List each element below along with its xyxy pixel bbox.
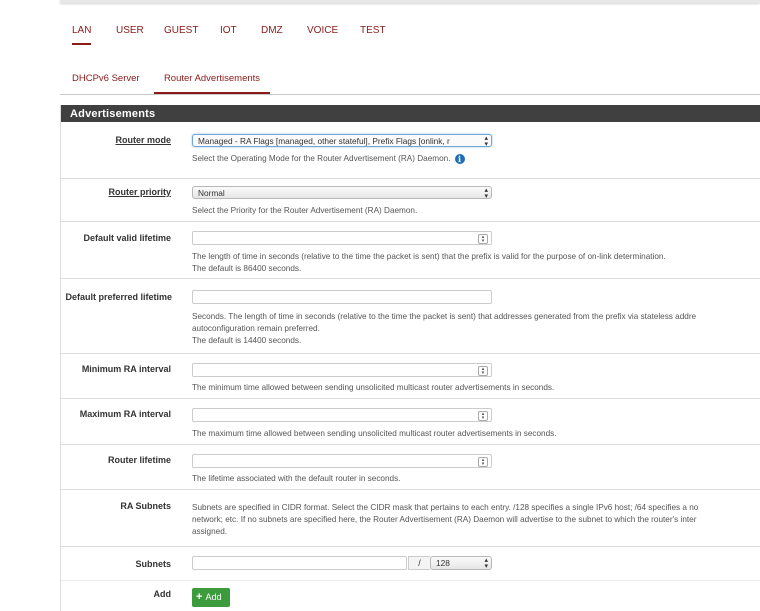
row-subnets: Subnets / 128 ▴ ▾ Add + Add [61, 547, 760, 611]
spinner-icon[interactable]: ▴ ▾ [478, 234, 488, 244]
min-ra-interval-label: Minimum RA interval [81, 364, 171, 374]
row-ra-subnets: RA Subnets Subnets are specified in CIDR… [61, 490, 760, 547]
tab-iot[interactable]: IOT [220, 21, 237, 36]
panel-title: Advertisements [61, 105, 760, 122]
default-valid-lifetime-help: The length of time in seconds (relative … [192, 252, 666, 261]
row-router-lifetime: Router lifetime ▴ ▾ The lifetime associat… [61, 445, 760, 490]
router-priority-help: Select the Priority for the Router Adver… [192, 206, 418, 215]
subnet-mask-value: 128 [436, 558, 450, 568]
ra-subnets-help-2: network; etc. If no subnets are specifie… [192, 515, 697, 524]
ra-subnets-label: RA Subnets [120, 501, 171, 511]
default-preferred-lifetime-input[interactable] [192, 290, 492, 304]
router-priority-label: Router priority [108, 187, 171, 197]
default-preferred-lifetime-help-2: autoconfiguration remain preferred. [192, 324, 320, 333]
default-preferred-lifetime-help: Seconds. The length of time in seconds (… [192, 312, 697, 321]
tab-dhcpv6-server[interactable]: DHCPv6 Server [72, 68, 140, 84]
subnet-mask-select[interactable]: 128 ▴ ▾ [430, 556, 492, 570]
router-mode-select[interactable]: Managed - RA Flags [managed, other state… [192, 134, 492, 147]
router-mode-help-text: Select the Operating Mode for the Router… [192, 154, 451, 163]
row-default-valid-lifetime: Default valid lifetime ▴ ▾ The length of … [61, 222, 760, 279]
default-valid-lifetime-default: The default is 86400 seconds. [192, 264, 302, 273]
router-mode-value: Managed - RA Flags [managed, other state… [198, 136, 450, 146]
row-divider [61, 580, 760, 581]
tab-user[interactable]: USER [116, 21, 144, 36]
max-ra-interval-label: Maximum RA interval [79, 409, 171, 419]
subnets-label: Subnets [135, 559, 171, 569]
subnet-slash: / [408, 556, 430, 570]
router-mode-label: Router mode [115, 135, 171, 145]
spinner-icon[interactable]: ▴ ▾ [478, 366, 488, 376]
spinner-icon[interactable]: ▴ ▾ [478, 411, 488, 421]
add-label: Add [153, 589, 172, 599]
min-ra-interval-input[interactable]: ▴ ▾ [192, 363, 492, 377]
tab-router-advertisements[interactable]: Router Advertisements [154, 68, 270, 94]
subnet-address-input[interactable] [192, 556, 407, 570]
router-lifetime-input[interactable]: ▴ ▾ [192, 454, 492, 468]
advertisements-panel: Advertisements Router mode Managed - RA … [60, 105, 760, 611]
info-icon[interactable]: i [454, 154, 465, 164]
row-min-ra-interval: Minimum RA interval ▴ ▾ The minimum time … [61, 354, 760, 399]
router-priority-value: Normal [198, 188, 225, 198]
default-valid-lifetime-label: Default valid lifetime [83, 233, 171, 243]
select-arrows-icon: ▴ ▾ [484, 187, 488, 199]
select-arrows-icon: ▴ ▾ [484, 135, 488, 147]
default-preferred-lifetime-label: Default preferred lifetime [65, 292, 172, 302]
tab-lan[interactable]: LAN [72, 21, 92, 45]
router-priority-select[interactable]: Normal ▴ ▾ [192, 186, 492, 199]
tab-guest[interactable]: GUEST [164, 21, 198, 36]
tab-test[interactable]: TEST [360, 21, 386, 36]
ra-subnets-help-3: assigned. [192, 527, 228, 536]
min-ra-interval-help: The minimum time allowed between sending… [192, 383, 555, 392]
row-router-priority: Router priority Normal ▴ ▾ Select the Pri… [61, 179, 760, 222]
row-max-ra-interval: Maximum RA interval ▴ ▾ The maximum time … [61, 399, 760, 445]
top-bar [60, 0, 760, 3]
add-button-label: Add [205, 592, 222, 602]
row-default-preferred-lifetime: Default preferred lifetime Seconds. The … [61, 279, 760, 354]
tab-dmz[interactable]: DMZ [261, 21, 283, 36]
spinner-icon[interactable]: ▴ ▾ [478, 457, 488, 467]
service-tabs: DHCPv6 Server Router Advertisements [60, 68, 760, 95]
default-preferred-lifetime-default: The default is 14400 seconds. [192, 336, 302, 345]
router-mode-help: Select the Operating Mode for the Router… [192, 153, 465, 165]
router-lifetime-label: Router lifetime [107, 455, 171, 465]
router-lifetime-help: The lifetime associated with the default… [192, 474, 401, 483]
select-arrows-icon: ▴ ▾ [484, 557, 488, 570]
max-ra-interval-help: The maximum time allowed between sending… [192, 429, 557, 438]
default-valid-lifetime-input[interactable]: ▴ ▾ [192, 231, 492, 245]
ra-subnets-help: Subnets are specified in CIDR format. Se… [192, 503, 699, 512]
add-button[interactable]: + Add [192, 588, 230, 607]
plus-icon: + [196, 591, 203, 603]
tab-voice[interactable]: VOICE [307, 21, 338, 36]
max-ra-interval-input[interactable]: ▴ ▾ [192, 408, 492, 422]
row-router-mode: Router mode Managed - RA Flags [managed,… [61, 122, 760, 179]
